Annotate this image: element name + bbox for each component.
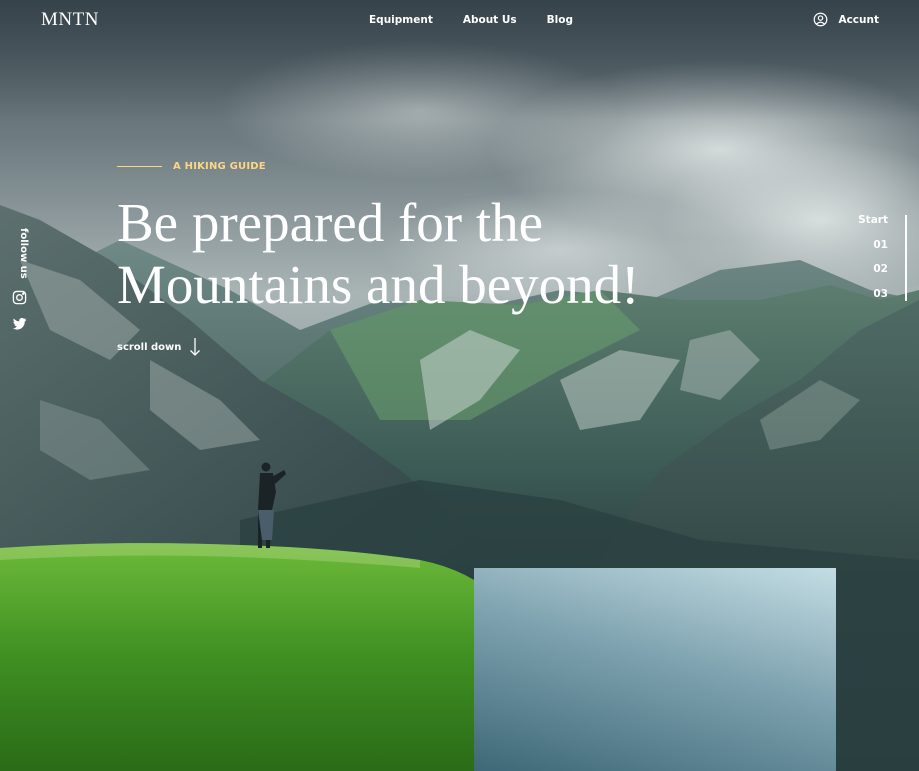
pager-progress-rail	[905, 215, 907, 301]
user-circle-icon	[814, 12, 828, 27]
content-panel	[474, 568, 836, 771]
pager-progress-indicator	[905, 215, 907, 301]
twitter-icon[interactable]	[12, 316, 27, 331]
eyebrow: A HIKING GUIDE	[117, 161, 266, 172]
follow-us-label: follow us	[18, 228, 29, 279]
logo[interactable]: MNTN	[41, 9, 99, 31]
nav-item-about-us[interactable]: About Us	[463, 14, 517, 26]
section-pager: Start 01 02 03	[858, 214, 888, 312]
instagram-icon[interactable]	[12, 290, 27, 305]
eyebrow-line	[117, 165, 162, 168]
nav-item-blog[interactable]: Blog	[547, 14, 573, 26]
headline-line-2: Mountains and beyond!	[117, 254, 640, 315]
main-nav: Equipment About Us Blog	[369, 14, 603, 26]
pager-item-01[interactable]: 01	[858, 239, 888, 264]
pager-item-start[interactable]: Start	[858, 214, 888, 239]
hero-headline: Be prepared for the Mountains and beyond…	[117, 192, 677, 316]
eyebrow-text: A HIKING GUIDE	[173, 161, 266, 172]
account-button[interactable]: Accunt	[813, 12, 879, 27]
headline-line-1: Be prepared for the	[117, 192, 544, 253]
scroll-down-label: scroll down	[117, 341, 182, 353]
account-label: Accunt	[838, 13, 879, 26]
arrow-down-icon	[190, 338, 201, 356]
pager-item-02[interactable]: 02	[858, 263, 888, 288]
pager-item-03[interactable]: 03	[858, 288, 888, 313]
nav-item-equipment[interactable]: Equipment	[369, 14, 433, 26]
scroll-down-button[interactable]: scroll down	[117, 337, 201, 357]
